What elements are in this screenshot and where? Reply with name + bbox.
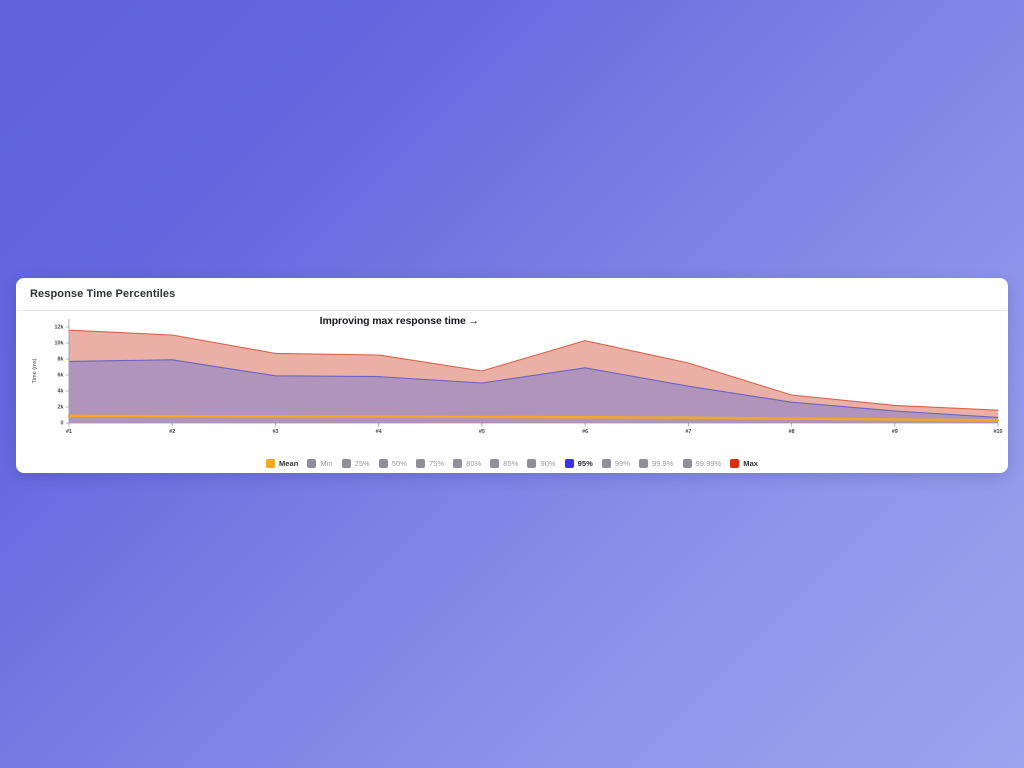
- improving-annotation: Improving max response time →: [320, 315, 479, 327]
- legend-item-85[interactable]: 85%: [490, 459, 518, 468]
- legend-item-mean[interactable]: Mean: [265, 459, 299, 468]
- legend-item-999[interactable]: 99.9%: [638, 459, 674, 468]
- legend-swatch-icon: [490, 459, 500, 468]
- y-tick-label: 2k: [58, 404, 64, 410]
- y-axis: 0 2k 4k 6k 8k 10k 12k Time (ms): [32, 319, 70, 426]
- x-tick-label: #9: [892, 429, 898, 435]
- legend-item-9999[interactable]: 99.99%: [682, 459, 722, 468]
- legend-swatch-icon: [341, 459, 351, 468]
- legend-item-95[interactable]: 95%: [564, 459, 593, 468]
- x-tick-label: #10: [994, 429, 1003, 435]
- legend-item-label: 25%: [354, 459, 370, 468]
- legend-item-max[interactable]: Max: [730, 459, 758, 468]
- legend-item-label: Min: [320, 459, 333, 468]
- x-tick-label: #1: [66, 429, 72, 435]
- legend-item-25[interactable]: 25%: [341, 459, 370, 468]
- x-tick-label: #8: [789, 429, 795, 435]
- response-time-area-chart[interactable]: 02k4k6k8k10k12kTime (ms) #1 #2 #3 #4 #5 #6 #7 #…: [16, 311, 1008, 473]
- x-tick-label: #3: [272, 429, 278, 435]
- legend-item-label: Max: [743, 459, 759, 468]
- chart-container[interactable]: 0 2k 4k 6k 8k 10k 12k Time (ms) #1 #2 #3 #4 #5 #6 #7 #…: [16, 311, 1008, 473]
- y-tick-label: 6k: [58, 372, 64, 378]
- x-tick-label: #7: [685, 429, 691, 435]
- legend-item-75[interactable]: 75%: [415, 459, 445, 468]
- legend-item-label: 85%: [503, 459, 519, 468]
- legend-item-min[interactable]: Min: [307, 459, 333, 468]
- legend-item-90[interactable]: 90%: [527, 459, 556, 468]
- legend-swatch-icon: [265, 459, 275, 468]
- y-axis-title: Time (ms): [32, 358, 38, 383]
- legend-item-99[interactable]: 99%: [601, 459, 630, 468]
- legend-item-label: 90%: [540, 459, 556, 468]
- page-title: Response Time Percentiles: [30, 288, 176, 300]
- legend-swatch-icon: [601, 459, 611, 468]
- chart-legend[interactable]: Mean Min 25% 50% 75% 80% 85% 90% 95% 99% 99.9% 99.9…: [16, 459, 1008, 468]
- card-header: Response Time Percentiles: [16, 278, 1008, 311]
- legend-item-80[interactable]: 80%: [453, 459, 481, 468]
- legend-item-label: 99.99%: [695, 459, 722, 468]
- x-axis: #1 #2 #3 #4 #5 #6 #7 #8 #9 #10: [66, 422, 1003, 435]
- legend-swatch-icon: [564, 459, 574, 468]
- legend-swatch-icon: [415, 459, 425, 468]
- legend-item-label: Mean: [278, 459, 299, 468]
- legend-item-label: 95%: [577, 459, 593, 468]
- chart-series-areas: [69, 330, 998, 423]
- y-tick-label: 8k: [58, 356, 64, 362]
- chart-annotation: Improving max response time →: [320, 315, 479, 327]
- legend-swatch-icon: [307, 459, 317, 468]
- legend-swatch-icon: [638, 459, 648, 468]
- response-time-percentiles-card: Response Time Percentiles 0 2k 4k 6k 8k 10k 12…: [16, 278, 1008, 473]
- y-tick-label: 4k: [58, 388, 64, 394]
- legend-item-label: 80%: [466, 459, 482, 468]
- legend-item-label: 50%: [391, 459, 407, 468]
- legend-item-50[interactable]: 50%: [378, 459, 407, 468]
- x-tick-label: #6: [582, 429, 588, 435]
- legend-swatch-icon: [378, 459, 388, 468]
- legend-swatch-icon: [682, 459, 692, 468]
- y-tick-label: 12k: [55, 324, 64, 330]
- x-tick-label: #2: [169, 429, 175, 435]
- legend-item-label: 99%: [614, 459, 630, 468]
- legend-swatch-icon: [730, 459, 740, 468]
- legend-item-label: 99.9%: [651, 459, 674, 468]
- legend-swatch-icon: [527, 459, 537, 468]
- legend-item-label: 75%: [428, 459, 445, 468]
- x-tick-label: #4: [376, 429, 382, 435]
- legend-swatch-icon: [453, 459, 463, 468]
- y-tick-label: 0: [61, 420, 64, 426]
- y-tick-label: 10k: [55, 340, 64, 346]
- x-tick-label: #5: [479, 429, 485, 435]
- card-body: 0 2k 4k 6k 8k 10k 12k Time (ms) #1 #2 #3 #4 #5 #6 #7 #…: [16, 311, 1008, 473]
